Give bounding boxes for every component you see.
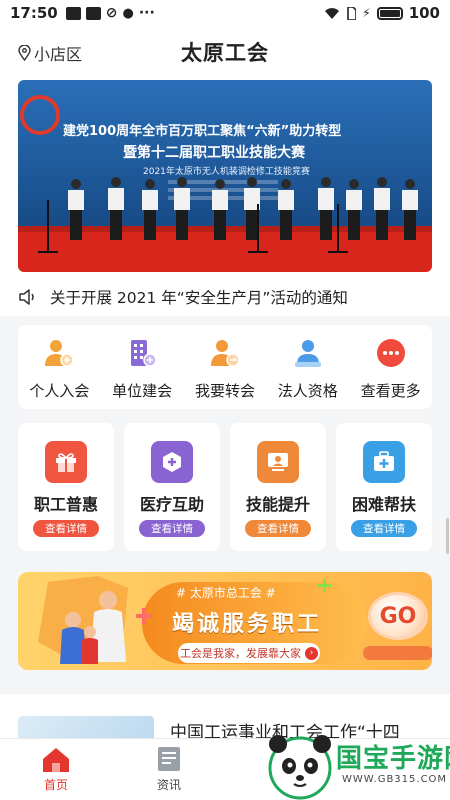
service-card-benefits[interactable]: 职工普惠 查看详情 [18,423,114,551]
service-title: 技能提升 [245,495,310,514]
status-bar: 17:50 ⊘ ● ··· ⚡ 100 [0,0,450,26]
nav-item-news[interactable]: 资讯 [139,745,199,793]
home-icon [43,748,69,772]
watermark-text: 国宝手游网 [336,744,450,774]
nav-label: 首页 [43,778,68,792]
promo-slogan: 工会是我家，发展靠大家 [180,647,301,660]
scrollbar [446,518,449,554]
quick-label: 个人入会 [29,382,90,400]
app-header: 小店区 太原工会 [0,26,450,76]
more-icon [373,335,409,371]
service-title: 职工普惠 [33,495,98,514]
service-detail-button[interactable]: 查看详情 [33,520,99,537]
status-right: ⚡ 100 [324,4,440,22]
notification-icons: ⊘ ● ··· [65,5,155,21]
site-watermark: 国宝手游网 WWW.GB315.COM [262,728,450,800]
aid-kit-icon [363,441,405,483]
person-add-icon [41,335,77,371]
speaker-icon [19,289,34,305]
more-dots-icon: ··· [138,5,155,21]
quick-item-unit-union[interactable]: 单位建会 [103,335,181,401]
medical-help-icon [151,441,193,483]
service-detail-button[interactable]: 查看详情 [351,520,417,537]
arrow-right-icon: › [305,646,318,660]
person-transfer-icon [207,335,243,371]
chat-icon: ● [122,5,134,21]
quick-menu: 个人入会 单位建会 我要转会 法人资格 查看更多 [18,325,432,409]
charging-icon: ⚡ [362,6,371,20]
quick-item-join-personal[interactable]: 个人入会 [20,335,98,401]
sim-icon [347,6,357,20]
promo-headline: 竭诚服务职工 [172,612,323,637]
service-card-skills[interactable]: 技能提升 查看详情 [230,423,326,551]
skill-board-icon [257,441,299,483]
service-cards: 职工普惠 查看详情 医疗互助 查看详情 技能提升 查看详情 困难帮扶 查看详情 [18,423,432,551]
quick-item-transfer[interactable]: 我要转会 [186,335,264,401]
gift-icon [45,441,87,483]
nav-item-home[interactable]: 首页 [26,745,86,793]
quick-label: 单位建会 [112,382,173,400]
notice-bar[interactable]: 关于开展 2021 年“安全生产月”活动的通知 [18,282,432,312]
watermark-url: WWW.GB315.COM [342,774,448,785]
battery-level: 100 [408,4,440,22]
quick-item-more[interactable]: 查看更多 [352,335,430,401]
building-add-icon [124,335,160,371]
service-title: 困难帮扶 [351,495,416,514]
service-card-aid[interactable]: 困难帮扶 查看详情 [336,423,432,551]
service-detail-button[interactable]: 查看详情 [245,520,311,537]
legal-person-icon [290,335,326,371]
event-banner[interactable]: 建党100周年全市百万职工聚焦“六新”助力转型 暨第十二届职工职业技能大赛 20… [18,80,432,272]
banner-line2: 暨第十二届职工职业技能大赛 [123,144,306,161]
notification-box-icon [65,6,81,20]
promo-subtitle: # 太原市总工会 # [176,586,276,600]
quick-label: 法人资格 [277,382,338,400]
service-title: 医疗互助 [139,495,204,514]
banner-line1: 建党100周年全市百万职工聚焦“六新”助力转型 [63,123,341,139]
dnd-icon: ⊘ [105,5,118,21]
battery-icon [376,6,403,20]
promo-banner[interactable]: # 太原市总工会 # 竭诚服务职工 工会是我家，发展靠大家 › GO [18,572,432,670]
notification-news-icon [85,6,101,20]
page-title: 太原工会 [181,41,269,65]
quick-label: 我要转会 [194,382,255,400]
quick-item-legal-person[interactable]: 法人资格 [269,335,347,401]
status-time: 17:50 [10,4,58,22]
wifi-icon [325,7,340,19]
quick-label: 查看更多 [360,382,421,400]
notice-text: 关于开展 2021 年“安全生产月”活动的通知 [50,289,348,307]
nav-label: 资讯 [156,778,181,792]
promo-slogan-button[interactable]: 工会是我家，发展靠大家 › [178,643,320,663]
service-detail-button[interactable]: 查看详情 [139,520,205,537]
banner-image: 建党100周年全市百万职工聚焦“六新”助力转型 暨第十二届职工职业技能大赛 20… [18,80,432,272]
news-icon [158,747,180,771]
banner-line3: 2021年太原市无人机装调检修工技能竞赛 [143,165,310,177]
panda-logo-icon [268,735,332,800]
go-button[interactable]: GO [368,592,428,640]
service-card-medical[interactable]: 医疗互助 查看详情 [124,423,220,551]
